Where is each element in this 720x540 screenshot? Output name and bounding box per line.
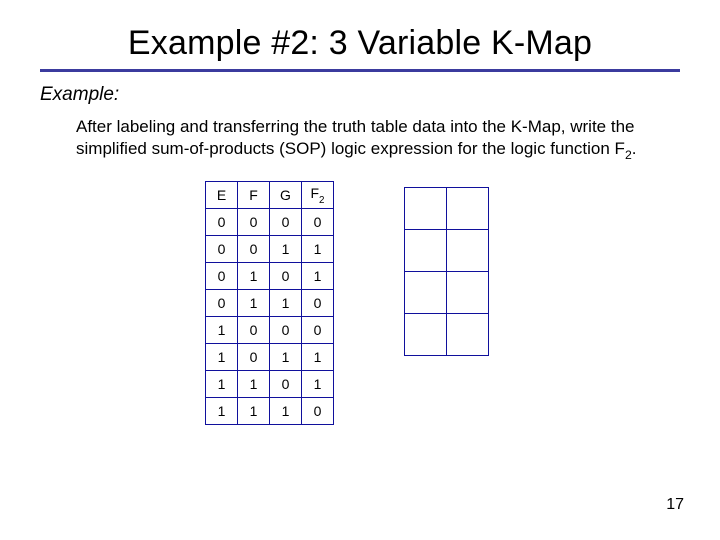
kmap-grid: [404, 187, 489, 356]
kmap-cell: [405, 230, 447, 272]
col-header-output: F2: [302, 182, 334, 209]
description-before: After labeling and transferring the trut…: [76, 117, 635, 158]
table-cell: 1: [206, 344, 238, 371]
kmap-row: [405, 188, 489, 230]
table-cell: 0: [238, 317, 270, 344]
kmap-cell: [447, 230, 489, 272]
table-cell: 1: [238, 371, 270, 398]
kmap-row: [405, 314, 489, 356]
kmap-cell: [405, 272, 447, 314]
table-cell: 0: [270, 263, 302, 290]
table-cell: 1: [302, 263, 334, 290]
table-cell: 0: [302, 290, 334, 317]
table-cell: 1: [302, 236, 334, 263]
example-label: Example:: [40, 84, 680, 106]
table-cell: 0: [270, 317, 302, 344]
table-row: 1000: [206, 317, 334, 344]
table-row: 0011: [206, 236, 334, 263]
table-cell: 1: [238, 398, 270, 425]
table-cell: 1: [206, 317, 238, 344]
table-row: 0101: [206, 263, 334, 290]
table-cell: 0: [270, 209, 302, 236]
table-cell: 0: [206, 290, 238, 317]
description-text: After labeling and transferring the trut…: [76, 116, 660, 163]
description-subscript: 2: [625, 148, 632, 162]
col-header: G: [270, 182, 302, 209]
table-row: 1011: [206, 344, 334, 371]
table-row: 1101: [206, 371, 334, 398]
truth-table: E F G F2 0000001101010110100010111101111…: [205, 181, 334, 425]
table-cell: 0: [302, 398, 334, 425]
table-cell: 0: [206, 263, 238, 290]
output-sub: 2: [319, 195, 324, 206]
output-base: F: [310, 185, 319, 201]
table-cell: 1: [238, 290, 270, 317]
kmap-row: [405, 230, 489, 272]
table-cell: 1: [206, 398, 238, 425]
content-row: E F G F2 0000001101010110100010111101111…: [205, 181, 680, 425]
table-cell: 1: [206, 371, 238, 398]
table-cell: 1: [302, 371, 334, 398]
truth-table-header-row: E F G F2: [206, 182, 334, 209]
table-cell: 0: [206, 236, 238, 263]
slide-title: Example #2: 3 Variable K-Map: [40, 24, 680, 63]
table-cell: 1: [270, 236, 302, 263]
kmap-cell: [405, 314, 447, 356]
description-after: .: [632, 139, 637, 158]
table-cell: 0: [238, 209, 270, 236]
kmap-cell: [447, 272, 489, 314]
table-cell: 1: [270, 398, 302, 425]
table-cell: 1: [270, 290, 302, 317]
table-row: 0000: [206, 209, 334, 236]
table-cell: 1: [302, 344, 334, 371]
table-cell: 1: [270, 344, 302, 371]
kmap-cell: [447, 314, 489, 356]
truth-table-body: 00000011010101101000101111011110: [206, 209, 334, 425]
col-header: F: [238, 182, 270, 209]
table-cell: 0: [302, 209, 334, 236]
table-cell: 0: [238, 344, 270, 371]
table-cell: 0: [238, 236, 270, 263]
kmap-row: [405, 272, 489, 314]
table-cell: 0: [270, 371, 302, 398]
table-cell: 1: [238, 263, 270, 290]
title-underline: [40, 69, 680, 72]
page-number: 17: [666, 496, 684, 514]
kmap-cell: [447, 188, 489, 230]
table-row: 1110: [206, 398, 334, 425]
table-cell: 0: [206, 209, 238, 236]
col-header: E: [206, 182, 238, 209]
kmap-cell: [405, 188, 447, 230]
table-cell: 0: [302, 317, 334, 344]
table-row: 0110: [206, 290, 334, 317]
